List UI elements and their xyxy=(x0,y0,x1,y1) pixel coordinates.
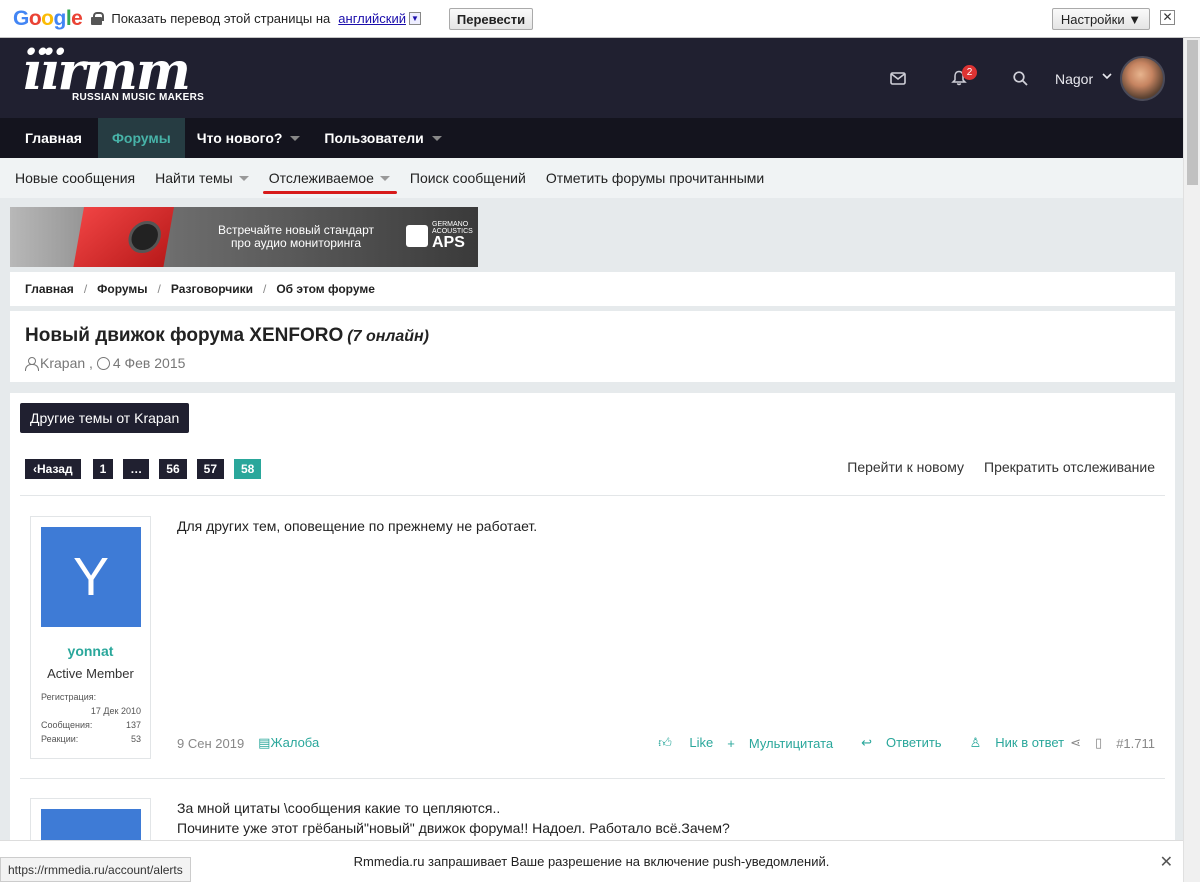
settings-button[interactable]: Настройки ▼ xyxy=(1052,8,1150,30)
post-username[interactable]: yonnat xyxy=(31,643,150,659)
nav-whats-new[interactable]: Что нового? xyxy=(185,118,313,158)
post-footer: 9 Сен 2019 ▤Жалоба 👍︎ Like + Мультицитата… xyxy=(177,735,1155,751)
thumbs-up-icon: 👍︎ xyxy=(658,735,672,750)
search-icon[interactable] xyxy=(1013,38,1028,118)
user-card: Y yonnat Active Member Регистрация: 17 Д… xyxy=(30,516,151,759)
translate-prompt: Показать перевод этой страницы на xyxy=(111,11,331,26)
thread-header: Новый движок форума XENFORO (7 онлайн) Kr… xyxy=(10,311,1175,382)
username-menu[interactable]: Nagor xyxy=(1055,71,1093,87)
user-stat-reactions: Реакции: 53 xyxy=(41,734,141,744)
banner-text: Встречайте новый стандарт про аудио мони… xyxy=(217,223,375,250)
google-logo: Google xyxy=(13,6,83,30)
language-link[interactable]: английский xyxy=(338,11,406,26)
reply-icon: ↩ xyxy=(861,735,873,750)
highlight-underline xyxy=(263,191,397,194)
divider xyxy=(20,495,1165,496)
like-button[interactable]: 👍︎ Like xyxy=(644,735,713,751)
alerts-badge: 2 xyxy=(962,65,977,80)
user-title: Active Member xyxy=(47,666,134,681)
inbox-icon[interactable] xyxy=(890,38,906,118)
close-icon[interactable]: ✕ xyxy=(1160,10,1175,25)
status-url: https://rmmedia.ru/account/alerts xyxy=(0,857,191,882)
user-avatar[interactable]: Y xyxy=(41,527,141,627)
nav-home[interactable]: Главная xyxy=(0,118,98,158)
breadcrumb-about[interactable]: Об этом форуме xyxy=(276,282,375,296)
user-icon xyxy=(25,356,39,371)
speaker-image xyxy=(70,207,176,267)
jump-new-link[interactable]: Перейти к новому xyxy=(847,459,964,475)
ad-banner[interactable]: Встречайте новый стандарт про аудио мони… xyxy=(10,207,478,267)
unwatch-link[interactable]: Прекратить отслеживание xyxy=(984,459,1155,475)
scroll-thumb[interactable] xyxy=(1187,40,1198,185)
sub-nav: Новые сообщения Найти темы Отслеживаемое… xyxy=(0,158,1183,198)
page-link[interactable]: 56 xyxy=(159,459,187,479)
breadcrumb-forums[interactable]: Форумы xyxy=(97,282,147,296)
close-icon[interactable]: ✕ xyxy=(1160,852,1173,872)
avatar[interactable] xyxy=(1120,56,1165,101)
subnav-search-posts[interactable]: Поиск сообщений xyxy=(400,158,536,198)
page-link[interactable]: 57 xyxy=(196,459,224,479)
subnav-mark-read[interactable]: Отметить форумы прочитанными xyxy=(536,158,774,198)
flag-icon: ▤ xyxy=(258,735,271,750)
post-body: Для других тем, оповещение по прежнему н… xyxy=(177,518,538,534)
current-page[interactable]: 58 xyxy=(234,459,262,479)
breadcrumb-home[interactable]: Главная xyxy=(25,282,74,296)
dropdown-icon[interactable] xyxy=(238,175,249,181)
post-number[interactable]: #1.711 xyxy=(1116,736,1155,751)
share-icon[interactable]: ⋖ xyxy=(1070,735,1081,751)
subnav-find-threads[interactable]: Найти темы xyxy=(145,158,259,198)
page-link[interactable]: 1 xyxy=(92,459,114,479)
main-nav: Главная Форумы Что нового? Пользователи xyxy=(0,118,1183,158)
thread-content: Другие темы от Krapan ‹Назад 1 … 56 57 5… xyxy=(10,393,1175,882)
user-stat-reg-label: Регистрация: xyxy=(41,692,97,702)
nick-reply-button[interactable]: ♙ Ник в ответ xyxy=(956,735,1065,751)
other-threads-button[interactable]: Другие темы от Krapan xyxy=(20,403,190,433)
thread-actions: Перейти к новому Прекратить отслеживание xyxy=(827,459,1155,475)
banner-brand-logo: GERMANO ACOUSTICS APS xyxy=(406,221,473,251)
breadcrumb-talks[interactable]: Разговорчики xyxy=(171,282,253,296)
page-title: Новый движок форума XENFORO (7 онлайн) xyxy=(25,325,429,346)
user-icon: ♙ xyxy=(969,735,982,750)
bookmark-icon[interactable]: ▯ xyxy=(1095,735,1102,751)
site-header: ïïrmm RUSSIAN MUSIC MAKERS 2 Nagor xyxy=(0,38,1183,118)
push-prompt: Rmmedia.ru запрашивает Ваше разрешение н… xyxy=(353,854,830,869)
dropdown-icon[interactable] xyxy=(431,135,442,141)
prev-page-button[interactable]: ‹Назад xyxy=(25,459,81,479)
user-stat-messages: Сообщения: 137 xyxy=(41,720,141,730)
thread-author[interactable]: Krapan xyxy=(40,355,85,371)
chevron-down-icon[interactable] xyxy=(1102,71,1112,84)
scrollbar[interactable] xyxy=(1183,38,1200,882)
language-dropdown-icon[interactable]: ▼ xyxy=(408,12,421,25)
site-logo[interactable]: ïïrmm RUSSIAN MUSIC MAKERS xyxy=(22,46,204,104)
nav-forums[interactable]: Форумы xyxy=(97,118,185,158)
breadcrumb: Главная / Форумы / Разговорчики / Об этом ф… xyxy=(10,272,1175,306)
post-body: За мной цитаты \сообщения какие то цепля… xyxy=(177,800,730,836)
nav-members[interactable]: Пользователи xyxy=(312,118,453,158)
post-date[interactable]: 9 Сен 2019 xyxy=(177,736,244,751)
clock-icon xyxy=(96,356,110,370)
report-link[interactable]: ▤Жалоба xyxy=(258,735,319,751)
divider xyxy=(20,778,1165,779)
dropdown-icon[interactable] xyxy=(379,175,390,181)
online-count: (7 онлайн) xyxy=(347,328,429,345)
dropdown-icon[interactable] xyxy=(290,135,301,141)
translate-bar: Google Показать перевод этой страницы на… xyxy=(0,0,1200,38)
pagination: ‹Назад 1 … 56 57 58 xyxy=(25,459,271,479)
reply-button[interactable]: ↩ Ответить xyxy=(847,735,941,751)
page-ellipsis[interactable]: … xyxy=(123,459,150,479)
thread-meta: Krapan , 4 Фев 2015 xyxy=(25,355,185,371)
lock-icon xyxy=(91,12,105,25)
thread-date[interactable]: 4 Фев 2015 xyxy=(113,355,186,371)
subnav-new-posts[interactable]: Новые сообщения xyxy=(0,158,145,198)
translate-button[interactable]: Перевести xyxy=(449,8,533,30)
multiquote-button[interactable]: + Мультицитата xyxy=(727,736,833,751)
